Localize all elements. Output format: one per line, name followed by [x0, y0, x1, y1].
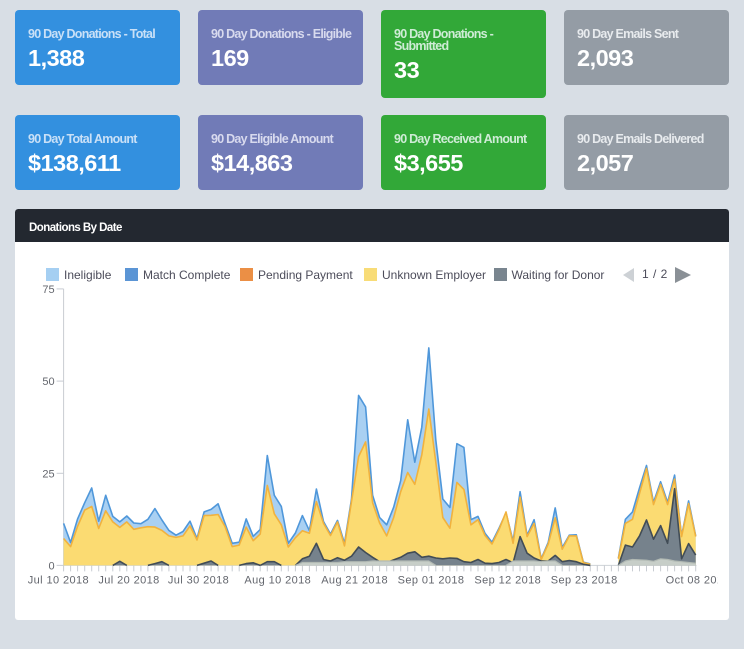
svg-text:Sep 23 2018: Sep 23 2018 — [551, 575, 618, 587]
svg-text:Jul 10 2018: Jul 10 2018 — [28, 575, 89, 587]
svg-text:Jul 20 2018: Jul 20 2018 — [98, 575, 159, 587]
svg-text:0: 0 — [48, 560, 54, 572]
svg-text:Oct 08 2018: Oct 08 2018 — [666, 575, 729, 587]
svg-text:Jul 30 2018: Jul 30 2018 — [168, 575, 229, 587]
svg-text:25: 25 — [42, 468, 54, 480]
svg-text:Aug 10 2018: Aug 10 2018 — [244, 575, 311, 587]
svg-text:50: 50 — [42, 376, 54, 388]
svg-text:Sep 01 2018: Sep 01 2018 — [398, 575, 465, 587]
svg-text:Sep 12 2018: Sep 12 2018 — [474, 575, 541, 587]
svg-text:75: 75 — [42, 284, 54, 296]
svg-text:Aug 21 2018: Aug 21 2018 — [321, 575, 388, 587]
